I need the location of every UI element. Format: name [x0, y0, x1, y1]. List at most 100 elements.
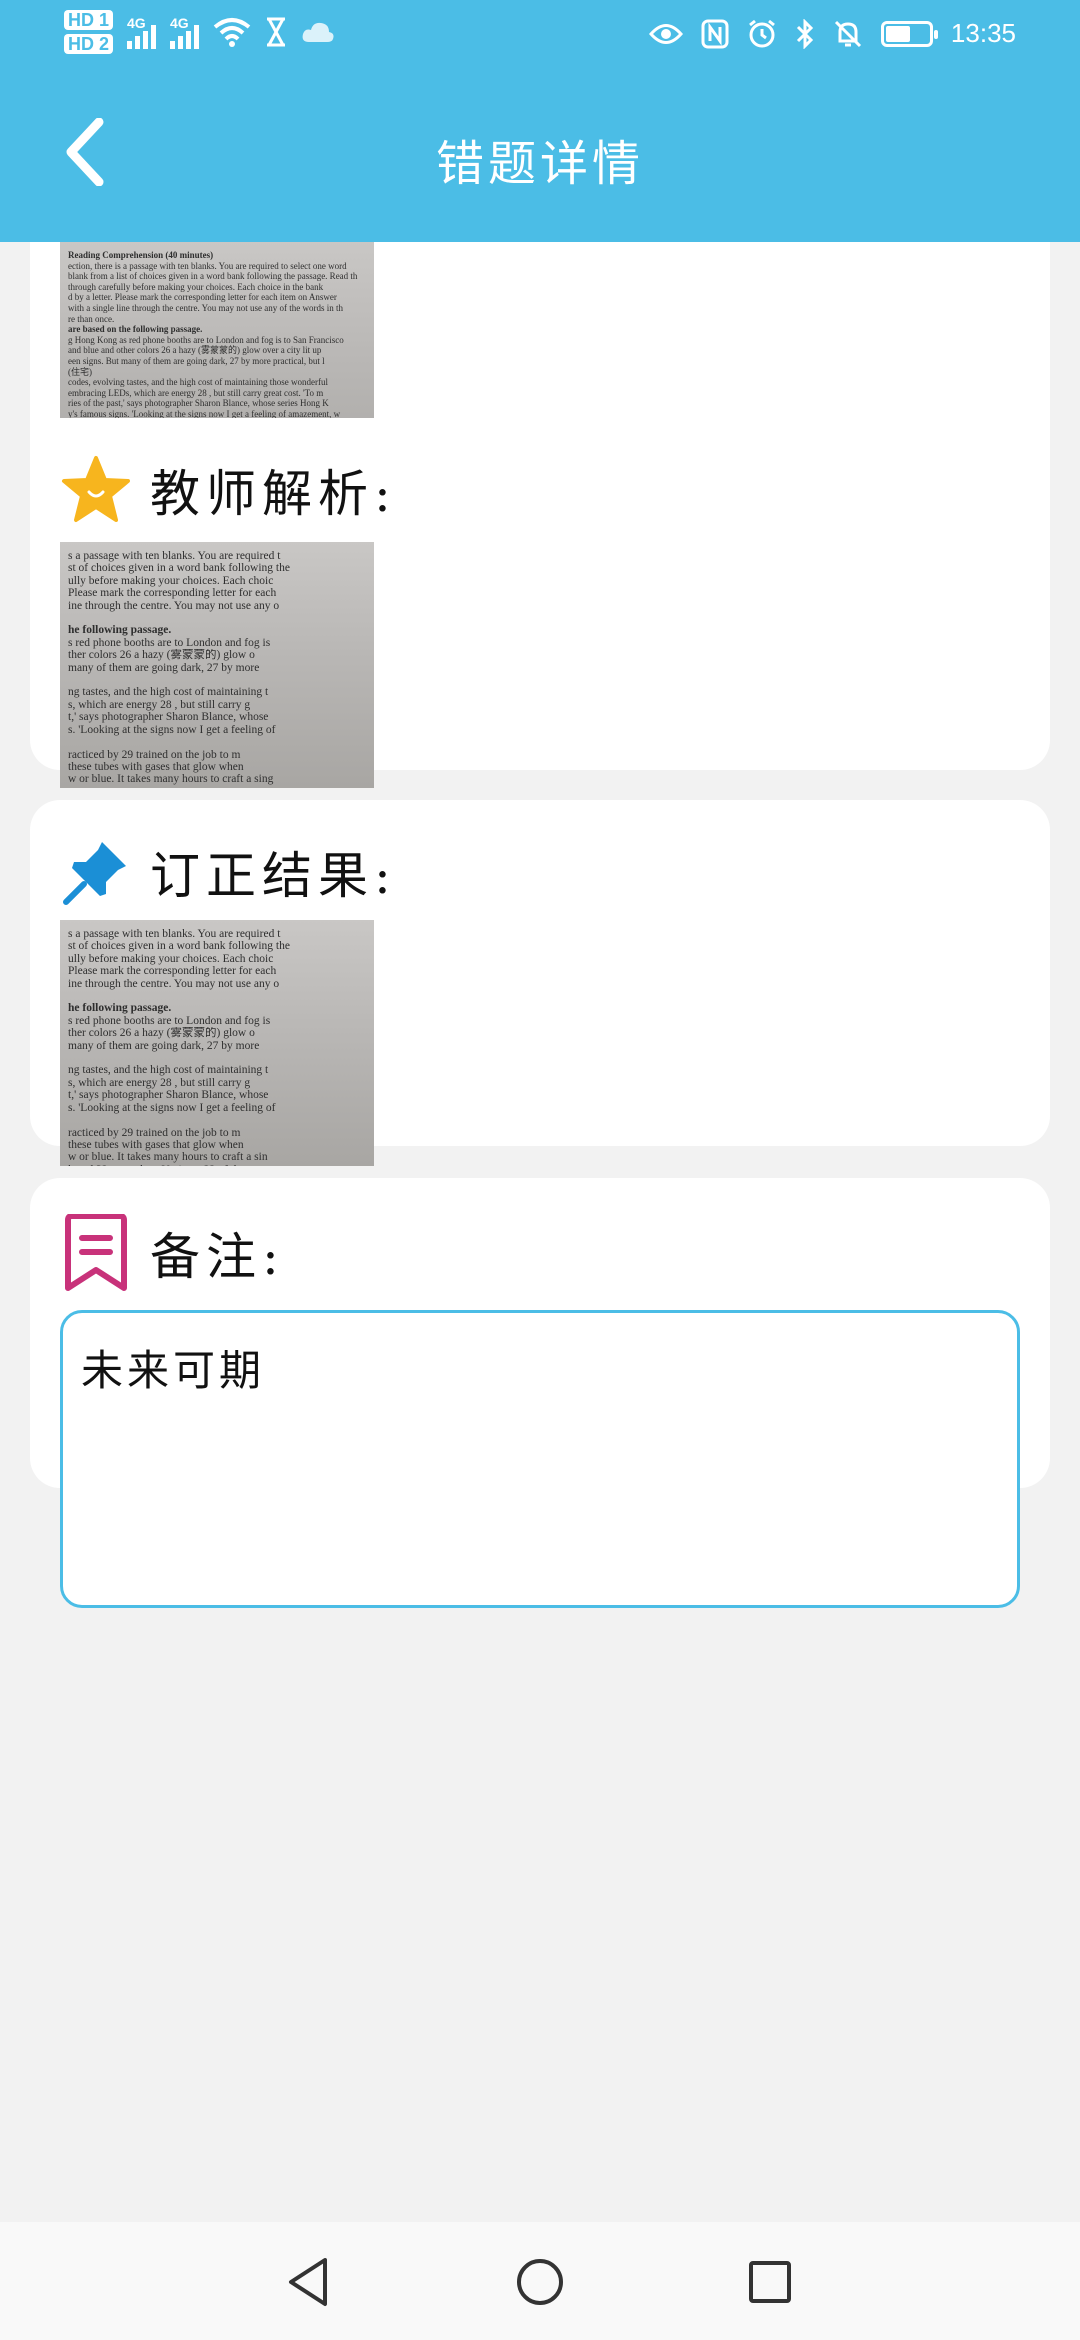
- teacher-analysis-card: 教师解析: s a passage with ten blanks. You a…: [30, 418, 1050, 788]
- correction-card: 订正结果: s a passage with ten blanks. You a…: [30, 800, 1050, 1166]
- correction-photo-text: s a passage with ten blanks. You are req…: [60, 920, 374, 1166]
- photo-text-line: t,' says photographer Sharon Blance, who…: [68, 1089, 269, 1102]
- star-icon: [62, 456, 130, 522]
- photo-text-line: codes, evolving tastes, and the high cos…: [68, 377, 328, 388]
- photo-text-line: with a single line through the centre. Y…: [68, 302, 343, 313]
- photo-text-line: ng tastes, and the high cost of maintain…: [68, 1064, 269, 1077]
- alarm-icon: [748, 19, 775, 47]
- photo-text-line: s a passage with ten blanks. You are req…: [68, 928, 281, 940]
- content-scroll[interactable]: Reading Comprehension (40 minutes) ection…: [0, 242, 1080, 2222]
- photo-text-line: k and 32 more than 60 signs; 22 of them: [68, 1164, 366, 1166]
- photo-text-line: ther colors 26 a hazy (雾蒙蒙的) glow o: [68, 1027, 255, 1040]
- photo-text-line: are based on the following passage.: [68, 324, 203, 335]
- photo-text-line: many of them are going dark, 27 by more: [68, 1039, 260, 1052]
- photo-text-line: ther colors 26 a hazy (雾蒙蒙的) glow o: [68, 649, 255, 662]
- signal-icon: 4G: [170, 15, 200, 49]
- pushpin-icon: [63, 842, 126, 905]
- nav-back-button[interactable]: [278, 2252, 338, 2312]
- photo-text-line: (住宅): [68, 366, 92, 377]
- hourglass-icon: [267, 17, 286, 47]
- status-left: HD 1 HD 2 4G 4G: [64, 10, 335, 54]
- photo-text-line: [68, 612, 366, 624]
- bookmark-note-icon: [65, 1214, 127, 1291]
- photo-text-line: s, which are energy 28 , but still carry…: [68, 698, 251, 711]
- photo-text-line: Please mark the corresponding letter for…: [68, 587, 277, 600]
- photo-text-line: re than once.: [68, 313, 115, 324]
- photo-text-line: he following passage.: [68, 624, 172, 637]
- system-nav-bar: [0, 2222, 1080, 2340]
- eye-icon: [648, 23, 683, 44]
- remarks-card: 备注: 未来可期: [30, 1178, 1050, 1608]
- photo-text-line: d by a letter. Please mark the correspon…: [68, 292, 337, 303]
- photo-text-line: he following passage.: [68, 1002, 172, 1015]
- photo-text-line: through carefully before making your cho…: [68, 281, 324, 292]
- photo-text-line: ully before making your choices. Each ch…: [68, 574, 274, 587]
- remarks-header: 备注:: [60, 1214, 285, 1292]
- correction-header: 订正结果:: [60, 836, 397, 908]
- photo-text-line: een signs. But many of them are going da…: [68, 355, 325, 366]
- photo-text-line: many of them are going dark, 27 by more: [68, 661, 260, 674]
- hd-badges: HD 1 HD 2: [64, 10, 114, 54]
- photo-text-line: t,' says photographer Sharon Blance, who…: [68, 711, 269, 724]
- cloud-icon: [302, 22, 334, 42]
- photo-text-line: s red phone booths are to London and fog…: [68, 1014, 271, 1027]
- photo-text-line: s red phone booths are to London and fog…: [68, 636, 271, 649]
- photo-text-line: ries of the past,' says photographer Sha…: [68, 398, 329, 409]
- photo-text-line: st of choices given in a word bank follo…: [68, 940, 290, 953]
- page-title: 错题详情: [435, 136, 644, 192]
- photo-text-line: [68, 736, 366, 748]
- status-bar: HD 1 HD 2 4G 4G 13:35: [0, 0, 1080, 72]
- teacher-analysis-photo-text: s a passage with ten blanks. You are req…: [60, 542, 374, 788]
- remarks-input[interactable]: 未来可期: [60, 1310, 1020, 1608]
- photo-text-line: embracing LEDs, which are energy 28 , bu…: [68, 387, 324, 398]
- nav-recents-icon: [749, 2261, 791, 2303]
- photo-text-line: Please mark the corresponding letter for…: [68, 965, 277, 978]
- photo-text-line: [68, 674, 366, 686]
- photo-text-line: g Hong Kong as red phone booths are to L…: [68, 334, 344, 345]
- teacher-analysis-photo[interactable]: s a passage with ten blanks. You are req…: [60, 542, 374, 788]
- photo-text-line: these tubes with gases that glow when: [68, 760, 244, 773]
- hd-badge-2: HD 2: [64, 34, 114, 54]
- battery-icon: [880, 20, 938, 47]
- remarks-label: 备注:: [150, 1228, 285, 1286]
- nav-home-button[interactable]: [510, 2252, 570, 2312]
- photo-text-line: ection, there is a passage with ten blan…: [68, 260, 347, 271]
- photo-text-line: s a passage with ten blanks. You are req…: [68, 550, 281, 562]
- hd-badge-1: HD 1: [64, 10, 114, 30]
- photo-text-line: ully before making your choices. Each ch…: [68, 952, 274, 965]
- wifi-icon: [213, 18, 251, 47]
- photo-text-line: st of choices given in a word bank follo…: [68, 562, 290, 575]
- status-right: 13:35: [648, 18, 1016, 49]
- photo-text-line: w or blue. It takes many hours to craft …: [68, 1151, 268, 1164]
- nfc-icon: [701, 19, 729, 48]
- nav-home-icon: [517, 2259, 563, 2305]
- photo-text-line: ine through the centre. You may not use …: [68, 977, 280, 990]
- photo-text-line: [68, 1114, 366, 1126]
- remarks-text: 未来可期: [81, 1346, 266, 1395]
- photo-text-line: racticed by 29 trained on the job to m: [68, 1126, 241, 1139]
- photo-text-line: ng tastes, and the high cost of maintain…: [68, 686, 269, 699]
- correction-photo[interactable]: s a passage with ten blanks. You are req…: [60, 920, 374, 1166]
- signal-icon: 4G: [127, 15, 157, 49]
- bluetooth-icon: [796, 18, 814, 49]
- teacher-analysis-label: 教师解析:: [150, 465, 397, 523]
- nav-back-icon: [289, 2258, 327, 2306]
- photo-text-line: [68, 990, 366, 1002]
- photo-text-line: s. 'Looking at the signs now I get a fee…: [68, 723, 276, 736]
- photo-text-line: racticed by 29 trained on the job to m: [68, 748, 241, 761]
- photo-text-line: s. 'Looking at the signs now I get a fee…: [68, 1101, 276, 1114]
- photo-text-line: Reading Comprehension (40 minutes): [68, 250, 214, 260]
- photo-text-line: blank from a list of choices given in a …: [68, 271, 358, 282]
- mute-icon: [834, 20, 861, 47]
- photo-text-line: ine through the centre. You may not use …: [68, 599, 280, 612]
- teacher-analysis-header: 教师解析:: [60, 454, 397, 526]
- nav-recents-button[interactable]: [740, 2252, 800, 2312]
- photo-text-line: s, which are energy 28 , but still carry…: [68, 1076, 251, 1089]
- photo-text-line: these tubes with gases that glow when: [68, 1138, 244, 1151]
- app-bar: 错题详情: [0, 72, 1080, 242]
- correction-label: 订正结果:: [150, 847, 397, 905]
- photo-text-line: w or blue. It takes many hours to craft …: [68, 773, 274, 786]
- photo-text-line: [68, 1052, 366, 1064]
- clock: 13:35: [950, 18, 1016, 48]
- photo-text-line: and blue and other colors 26 a hazy (雾蒙蒙…: [68, 345, 322, 356]
